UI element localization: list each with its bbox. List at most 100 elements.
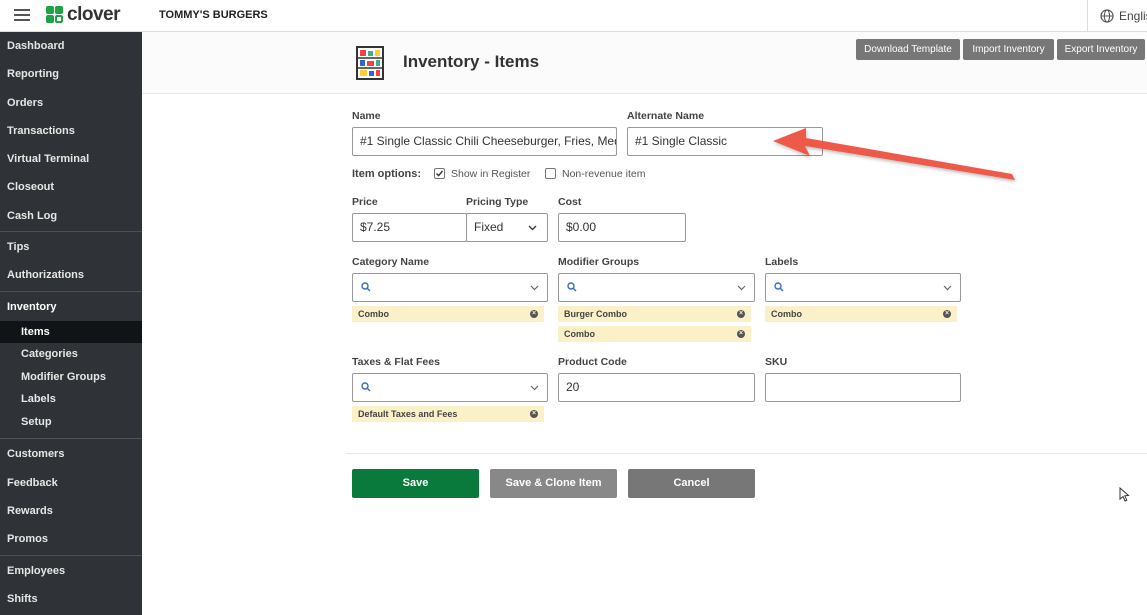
labels-label: Labels xyxy=(765,256,799,268)
language-label: English xyxy=(1119,9,1147,23)
search-icon xyxy=(361,382,371,392)
sidebar-item-reporting[interactable]: Reporting xyxy=(0,60,142,88)
sidebar-subitem-setup[interactable]: Setup xyxy=(0,411,142,434)
chevron-down-icon xyxy=(530,385,539,391)
category-tag: Combo × xyxy=(352,306,544,322)
labels-select[interactable] xyxy=(765,273,961,302)
save-button[interactable]: Save xyxy=(352,469,479,498)
language-selector[interactable]: English xyxy=(1087,0,1147,32)
sidebar-divider xyxy=(0,438,142,440)
price-label: Price xyxy=(352,196,378,208)
pricing-type-label: Pricing Type xyxy=(466,196,529,208)
form-divider xyxy=(346,453,1147,454)
sidebar-item-dashboard[interactable]: Dashboard xyxy=(0,32,142,60)
sidebar-divider xyxy=(0,231,142,233)
tag-label: Default Taxes and Fees xyxy=(358,409,458,419)
search-icon xyxy=(774,282,784,292)
sidebar-item-virtual-terminal[interactable]: Virtual Terminal xyxy=(0,145,142,173)
top-bar: clover TOMMY'S BURGERS English xyxy=(0,0,1147,32)
chevron-down-icon xyxy=(530,285,539,291)
import-inventory-button[interactable]: Import Inventory xyxy=(963,39,1054,60)
clover-logo[interactable]: clover xyxy=(46,4,120,25)
download-template-button[interactable]: Download Template xyxy=(856,39,960,60)
non-revenue-checkbox[interactable] xyxy=(545,168,556,179)
sidebar-item-shifts[interactable]: Shifts xyxy=(0,585,142,613)
merchant-name: TOMMY'S BURGERS xyxy=(159,9,268,21)
sidebar-item-rewards[interactable]: Rewards xyxy=(0,497,142,525)
main-content: Inventory - Items Download Template Impo… xyxy=(142,32,1147,615)
modifier-groups-select[interactable] xyxy=(558,273,755,302)
cost-input[interactable]: $0.00 xyxy=(558,213,686,242)
sidebar-item-inventory[interactable]: Inventory xyxy=(0,293,142,321)
search-icon xyxy=(567,282,577,292)
sidebar-item-promos[interactable]: Promos xyxy=(0,525,142,553)
cancel-button[interactable]: Cancel xyxy=(628,469,755,498)
tag-label: Combo xyxy=(358,309,389,319)
pricing-type-value: Fixed xyxy=(474,220,504,234)
menu-icon[interactable] xyxy=(14,9,30,21)
modifier-groups-label: Modifier Groups xyxy=(558,256,640,268)
nav-group: Dashboard Reporting Orders Transactions … xyxy=(0,32,142,230)
sidebar-item-closeout[interactable]: Closeout xyxy=(0,173,142,201)
tag-label: Combo xyxy=(564,329,595,339)
inventory-shelf-icon xyxy=(356,46,384,80)
sidebar-subitem-labels[interactable]: Labels xyxy=(0,388,142,411)
sidebar-subitem-modifier-groups[interactable]: Modifier Groups xyxy=(0,366,142,389)
globe-icon xyxy=(1100,9,1114,23)
modifier-group-tag: Combo × xyxy=(558,326,751,342)
tag-label: Burger Combo xyxy=(564,309,627,319)
sidebar-item-transactions[interactable]: Transactions xyxy=(0,117,142,145)
alternate-name-label: Alternate Name xyxy=(627,110,705,122)
pricing-type-select[interactable]: Fixed xyxy=(466,213,548,242)
sidebar-item-feedback[interactable]: Feedback xyxy=(0,469,142,497)
save-clone-button[interactable]: Save & Clone Item xyxy=(490,469,617,498)
remove-tag-icon[interactable]: × xyxy=(530,310,538,318)
name-label: Name xyxy=(352,110,381,122)
sidebar-item-tips[interactable]: Tips xyxy=(0,233,142,261)
sku-label: SKU xyxy=(765,356,788,368)
chevron-down-icon xyxy=(528,225,537,231)
chevron-down-icon xyxy=(943,285,952,291)
sidebar-item-orders[interactable]: Orders xyxy=(0,89,142,117)
taxes-tag: Default Taxes and Fees × xyxy=(352,406,544,422)
sidebar-item-customers[interactable]: Customers xyxy=(0,440,142,468)
page-title: Inventory - Items xyxy=(403,52,540,71)
product-code-input[interactable]: 20 xyxy=(558,373,755,402)
category-name-label: Category Name xyxy=(352,256,430,268)
brand-name: clover xyxy=(67,4,120,25)
modifier-group-tag: Burger Combo × xyxy=(558,306,751,322)
taxes-label: Taxes & Flat Fees xyxy=(352,356,440,368)
search-icon xyxy=(361,282,371,292)
remove-tag-icon[interactable]: × xyxy=(943,310,951,318)
sidebar-divider xyxy=(0,554,142,556)
item-options-label: Item options: xyxy=(352,168,422,180)
price-input[interactable]: $7.25 xyxy=(352,213,467,242)
sidebar-nav: Dashboard Reporting Orders Transactions … xyxy=(0,32,142,615)
remove-tag-icon[interactable]: × xyxy=(737,330,745,338)
sidebar-item-employees[interactable]: Employees xyxy=(0,557,142,585)
non-revenue-label: Non-revenue item xyxy=(562,168,646,180)
sku-input[interactable] xyxy=(765,373,961,402)
export-inventory-button[interactable]: Export Inventory xyxy=(1057,39,1145,60)
taxes-select[interactable] xyxy=(352,373,548,402)
page-header: Inventory - Items Download Template Impo… xyxy=(142,32,1147,94)
remove-tag-icon[interactable]: × xyxy=(530,410,538,418)
sidebar-item-authorizations[interactable]: Authorizations xyxy=(0,261,142,289)
category-select[interactable] xyxy=(352,273,548,302)
product-code-label: Product Code xyxy=(558,356,627,368)
mouse-cursor-icon xyxy=(1119,487,1130,502)
labels-tag: Combo × xyxy=(765,306,957,322)
sidebar-item-cash-log[interactable]: Cash Log xyxy=(0,202,142,230)
name-input[interactable]: #1 Single Classic Chili Cheeseburger, Fr… xyxy=(352,127,617,156)
clover-leaf-icon xyxy=(46,6,64,24)
cost-label: Cost xyxy=(558,196,582,208)
sidebar-subitem-categories[interactable]: Categories xyxy=(0,343,142,366)
show-in-register-label: Show in Register xyxy=(451,168,531,180)
chevron-down-icon xyxy=(737,285,746,291)
remove-tag-icon[interactable]: × xyxy=(737,310,745,318)
sidebar-subitem-items[interactable]: Items xyxy=(0,320,142,344)
alternate-name-input[interactable]: #1 Single Classic xyxy=(627,127,823,156)
tag-label: Combo xyxy=(771,309,802,319)
show-in-register-checkbox[interactable] xyxy=(434,168,445,179)
checkmark-icon xyxy=(436,170,444,177)
